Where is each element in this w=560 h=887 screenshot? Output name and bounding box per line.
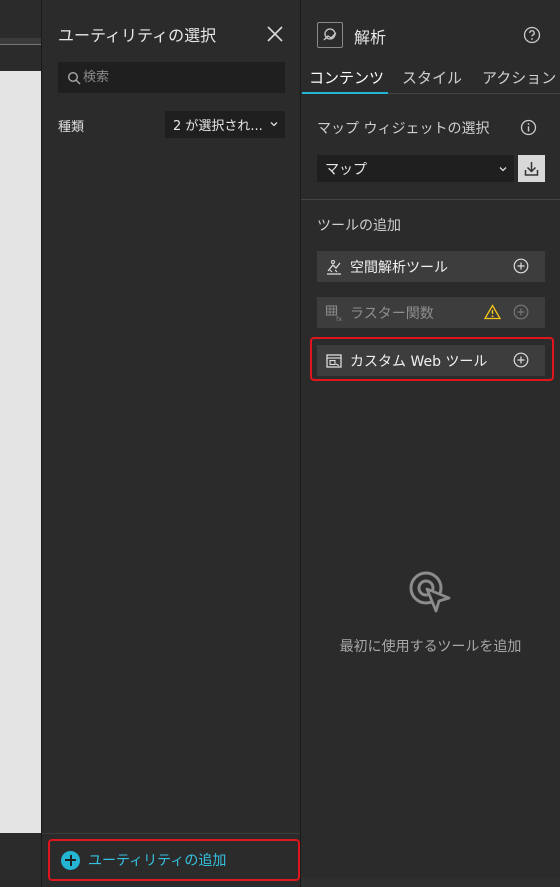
- add-utility-button[interactable]: ユーティリティの追加: [48, 839, 300, 881]
- map-dropdown[interactable]: マップ: [317, 155, 514, 182]
- tab-actions[interactable]: アクション: [482, 67, 556, 88]
- raster-function-icon: fx: [325, 304, 342, 322]
- add-circle-icon: [513, 304, 529, 320]
- section-divider: [301, 199, 560, 200]
- chevron-down-icon: [270, 122, 278, 127]
- info-icon[interactable]: [520, 119, 537, 136]
- type-dropdown[interactable]: 2 が選択され...: [165, 111, 285, 138]
- add-circle-icon: [61, 850, 80, 870]
- analysis-title: 解析: [354, 28, 387, 47]
- tool-spatial-analysis[interactable]: 空間解析ツール: [317, 251, 545, 282]
- type-label: 種類: [58, 120, 85, 135]
- close-icon[interactable]: [265, 24, 285, 44]
- chevron-down-icon: [499, 167, 507, 172]
- download-icon: [524, 162, 539, 176]
- map-widget-label: マップ ウィジェットの選択: [317, 121, 490, 137]
- svg-text:fx: fx: [336, 315, 342, 322]
- background-header: [0, 0, 41, 38]
- help-icon[interactable]: [523, 26, 541, 44]
- background-footer: [0, 833, 41, 887]
- map-dropdown-value: マップ: [325, 161, 367, 178]
- type-dropdown-value: 2 が選択され...: [173, 119, 263, 134]
- background-app-strip: [0, 0, 41, 887]
- panel-footer: ユーティリティの追加: [42, 833, 300, 887]
- tool-label: ラスター関数: [350, 305, 434, 322]
- add-tool-cursor-icon: [409, 571, 451, 613]
- analysis-widget-icon: [317, 22, 343, 48]
- highlight-box: [310, 337, 554, 381]
- tab-contents[interactable]: コンテンツ: [309, 67, 384, 88]
- spatial-analysis-icon: [327, 259, 341, 275]
- search-icon: [67, 71, 81, 85]
- tool-raster-function[interactable]: fx ラスター関数: [317, 297, 545, 328]
- add-circle-icon[interactable]: [513, 258, 529, 274]
- search-input[interactable]: [83, 63, 279, 92]
- active-tab-indicator: [302, 92, 388, 94]
- tab-style[interactable]: スタイル: [402, 67, 462, 88]
- tool-label: 空間解析ツール: [350, 259, 448, 276]
- status-bar: [301, 878, 560, 887]
- add-tools-label: ツールの追加: [317, 218, 401, 234]
- background-canvas: [0, 71, 41, 833]
- add-utility-label: ユーティリティの追加: [88, 853, 227, 869]
- analysis-glyph-icon: [323, 28, 337, 41]
- panel-title: ユーティリティの選択: [58, 26, 217, 45]
- settings-tabs: コンテンツ スタイル アクション: [301, 63, 560, 94]
- warning-icon: [484, 304, 501, 320]
- analysis-settings-panel: 解析 コンテンツ スタイル アクション マップ ウィジェットの選択 マップ ツー…: [301, 0, 560, 887]
- utility-selection-panel: ユーティリティの選択 種類 2 が選択され... ユーティリティの追加: [41, 0, 301, 887]
- empty-state-message: 最初に使用するツールを追加: [339, 639, 522, 655]
- search-box[interactable]: [58, 62, 285, 93]
- background-toolbar: [0, 44, 41, 109]
- add-map-button[interactable]: [518, 155, 545, 182]
